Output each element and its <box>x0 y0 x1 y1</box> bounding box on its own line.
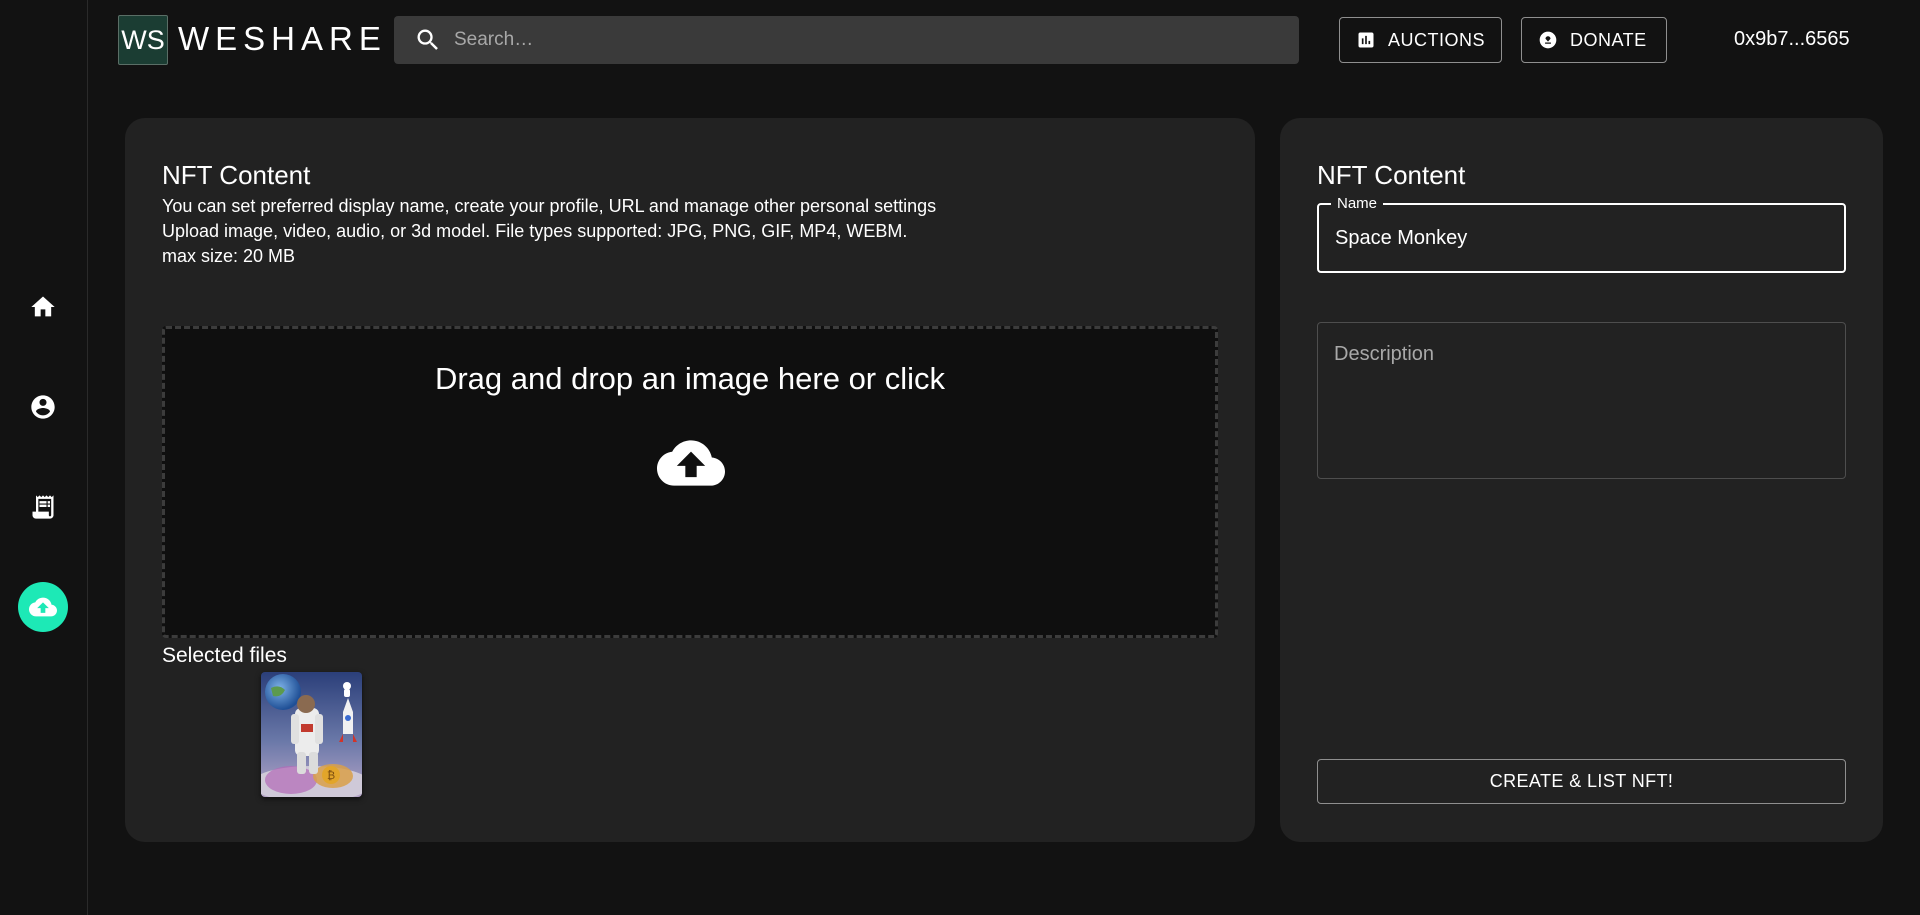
search-bar <box>394 16 1299 64</box>
astronaut-image: ₿ <box>261 672 362 797</box>
upload-card: NFT Content You can set preferred displa… <box>125 118 1255 842</box>
name-field[interactable]: Name <box>1317 195 1846 273</box>
cloud-upload-icon <box>29 597 57 617</box>
home-icon <box>31 296 55 317</box>
create-and-list-button[interactable]: CREATE & LIST NFT! <box>1317 759 1846 804</box>
name-input[interactable] <box>1335 227 1815 250</box>
svg-text:₿: ₿ <box>327 769 335 782</box>
sidebar-item-upload[interactable] <box>18 582 68 632</box>
sidebar-item-profile[interactable] <box>18 382 68 432</box>
auctions-label: AUCTIONS <box>1388 29 1486 50</box>
receipt-icon <box>32 495 54 519</box>
selected-files-label: Selected files <box>162 644 287 667</box>
description-input[interactable] <box>1334 343 1829 463</box>
upload-description-line: Upload image, video, audio, or 3d model.… <box>162 221 908 241</box>
cloud-upload-icon <box>657 440 725 486</box>
donate-button[interactable]: DONATE <box>1521 17 1667 63</box>
form-card-title: NFT Content <box>1317 160 1466 190</box>
dropzone-text: Drag and drop an image here or click <box>434 361 946 396</box>
sidebar-item-receipts[interactable] <box>18 482 68 532</box>
bar-chart-icon <box>1358 32 1374 48</box>
donate-label: DONATE <box>1570 29 1647 50</box>
wallet-address[interactable]: 0x9b7...6565 <box>1734 28 1850 51</box>
name-field-label: Name <box>1331 195 1384 212</box>
logo[interactable]: WS <box>118 15 168 65</box>
upload-description-line: You can set preferred display name, crea… <box>162 196 937 216</box>
search-icon <box>417 29 438 50</box>
search-input[interactable] <box>454 29 1254 51</box>
donate-icon <box>1539 31 1557 49</box>
upload-card-title: NFT Content <box>162 160 311 190</box>
account-circle-icon <box>31 395 55 419</box>
description-field[interactable] <box>1317 322 1846 479</box>
sidebar <box>0 0 88 915</box>
brand-name[interactable]: WESHARE <box>178 18 387 60</box>
sidebar-item-home[interactable] <box>18 282 68 332</box>
dropzone[interactable]: Drag and drop an image here or click <box>162 326 1218 638</box>
upload-description-line: max size: 20 MB <box>162 246 296 266</box>
auctions-button[interactable]: AUCTIONS <box>1339 17 1502 63</box>
selected-file-thumbnail[interactable]: ₿ <box>261 672 362 797</box>
form-card: NFT Content Name CREATE & LIST NFT! <box>1280 118 1883 842</box>
